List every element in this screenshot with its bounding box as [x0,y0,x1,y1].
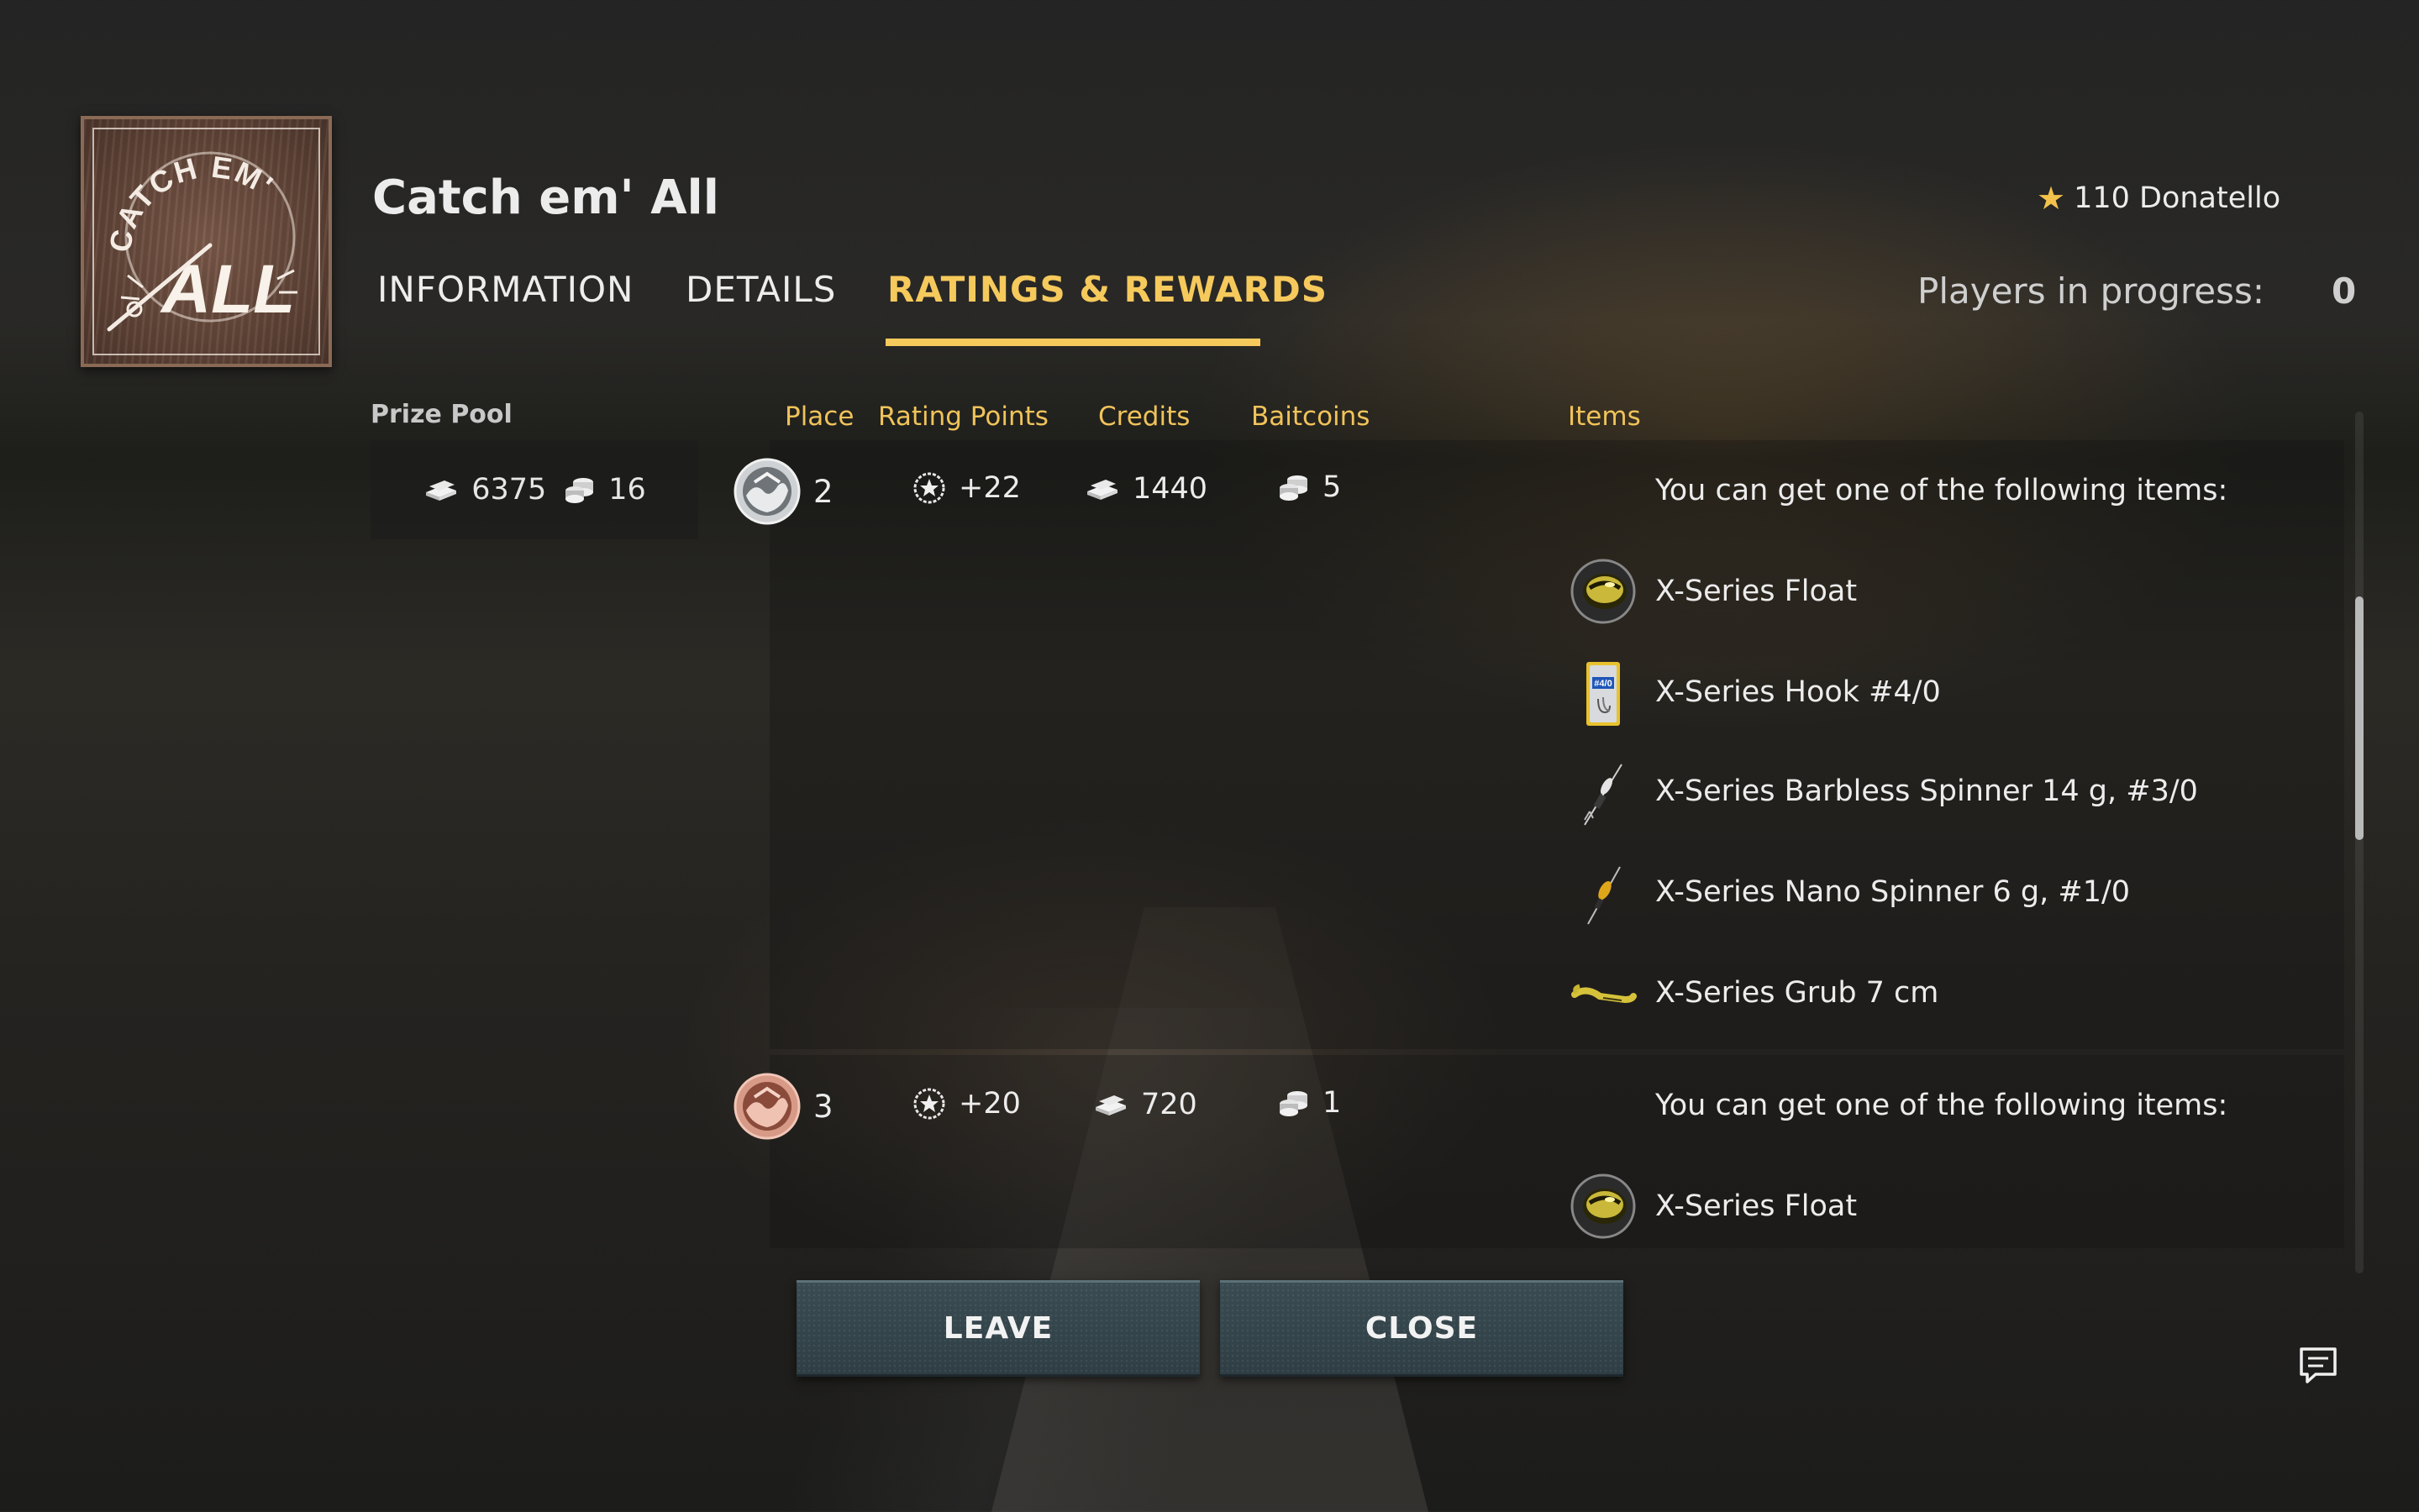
place-2-items-intro: You can get one of the following items: [1655,474,2228,507]
leave-button[interactable]: LEAVE [797,1280,1200,1377]
reward-row-place-2 [770,440,2344,1049]
credits-icon [1096,1095,1126,1116]
prize-pool-credits: 6375 [423,473,546,507]
place-2-credits-value: 1440 [1133,472,1208,506]
place-2-item-2: X-Series Hook #4/0 [1655,675,1941,709]
close-button[interactable]: CLOSE [1220,1280,1623,1377]
user-rank: ★ 110 Donatello [2037,181,2280,215]
hook-pack-icon: #4/0 [1586,662,1620,726]
prize-pool-heading: Prize Pool [371,400,513,429]
place-3-credits-value: 720 [1141,1088,1197,1121]
place-2-baitcoins: 5 [1277,470,1341,504]
chat-icon[interactable] [2297,1344,2339,1386]
place-3-baitcoins-value: 1 [1323,1086,1342,1120]
event-logo: CATCH EM' ALL [81,116,332,367]
event-title: Catch em' All [372,171,719,225]
prize-pool-baitcoins-value: 16 [608,473,646,507]
place-2-rating-points: +22 [912,470,1021,506]
logo-text-bottom: ALL [160,251,295,328]
baitcoins-icon [1280,1091,1307,1116]
rating-points-icon [913,472,945,504]
place-2-credits: 1440 [1084,472,1207,506]
grub-icon [1571,984,1637,1004]
logo-text-top: CATCH EM' [103,150,279,255]
place-2-item-3: X-Series Barbless Spinner 14 g, #3/0 [1655,774,2198,808]
reward-row-place-3 [770,1055,2344,1248]
place-3-rating-points-value: +20 [959,1087,1021,1121]
user-rank-label: 110 Donatello [2074,181,2281,215]
nano-spinner-icon [1587,866,1621,925]
float-icon [1570,1173,1636,1239]
logo-artwork: CATCH EM' ALL [103,150,297,332]
active-tab-indicator [886,339,1260,346]
prize-pool-box: 6375 16 [371,440,698,539]
place-3-credits: 720 [1092,1088,1197,1121]
scrollbar-thumb[interactable] [2355,596,2364,840]
prize-pool-baitcoins: 16 [563,473,646,507]
column-baitcoins: Baitcoins [1251,402,1370,432]
rating-points-icon [913,1088,945,1120]
place-3-cell: 3 [733,1072,834,1141]
column-place: Place [785,402,855,432]
place-2-item-5: X-Series Grub 7 cm [1655,976,1939,1010]
baitcoins-icon [1280,475,1307,501]
scrollbar-track[interactable] [2355,412,2364,1273]
tab-details[interactable]: DETAILS [686,269,836,310]
tab-ratings-rewards[interactable]: RATINGS & REWARDS [887,269,1328,310]
svg-text:CATCH EM': CATCH EM' [103,150,281,255]
column-items: Items [1568,402,1641,432]
credits-icon [426,480,457,501]
place-2-number: 2 [813,473,834,510]
column-credits: Credits [1098,402,1191,432]
place-3-baitcoins: 1 [1277,1086,1341,1120]
column-rating-points: Rating Points [878,402,1049,432]
spinner-icon [1584,764,1622,826]
place-2-baitcoins-value: 5 [1323,470,1342,504]
tab-information[interactable]: INFORMATION [377,269,634,310]
bronze-medal-icon [734,1073,801,1140]
baitcoins-icon [565,478,594,503]
svg-text:#4/0: #4/0 [1594,679,1612,689]
place-2-item-1: X-Series Float [1655,575,1858,608]
place-3-items-intro: You can get one of the following items: [1655,1089,2228,1122]
credits-icon [1087,480,1117,500]
players-in-progress-value: 0 [2332,270,2357,312]
prize-pool-credits-value: 6375 [471,473,547,507]
place-3-item-1: X-Series Float [1655,1189,1858,1223]
place-2-item-4: X-Series Nano Spinner 6 g, #1/0 [1655,875,2131,909]
place-2-rating-points-value: +22 [959,471,1021,505]
place-3-number: 3 [813,1088,834,1125]
place-3-rating-points: +20 [912,1086,1021,1121]
float-icon [1570,559,1636,624]
silver-medal-icon [734,458,801,525]
star-icon: ★ [2037,180,2066,217]
place-2-cell: 2 [733,457,834,526]
players-in-progress-label: Players in progress: [1917,270,2265,312]
